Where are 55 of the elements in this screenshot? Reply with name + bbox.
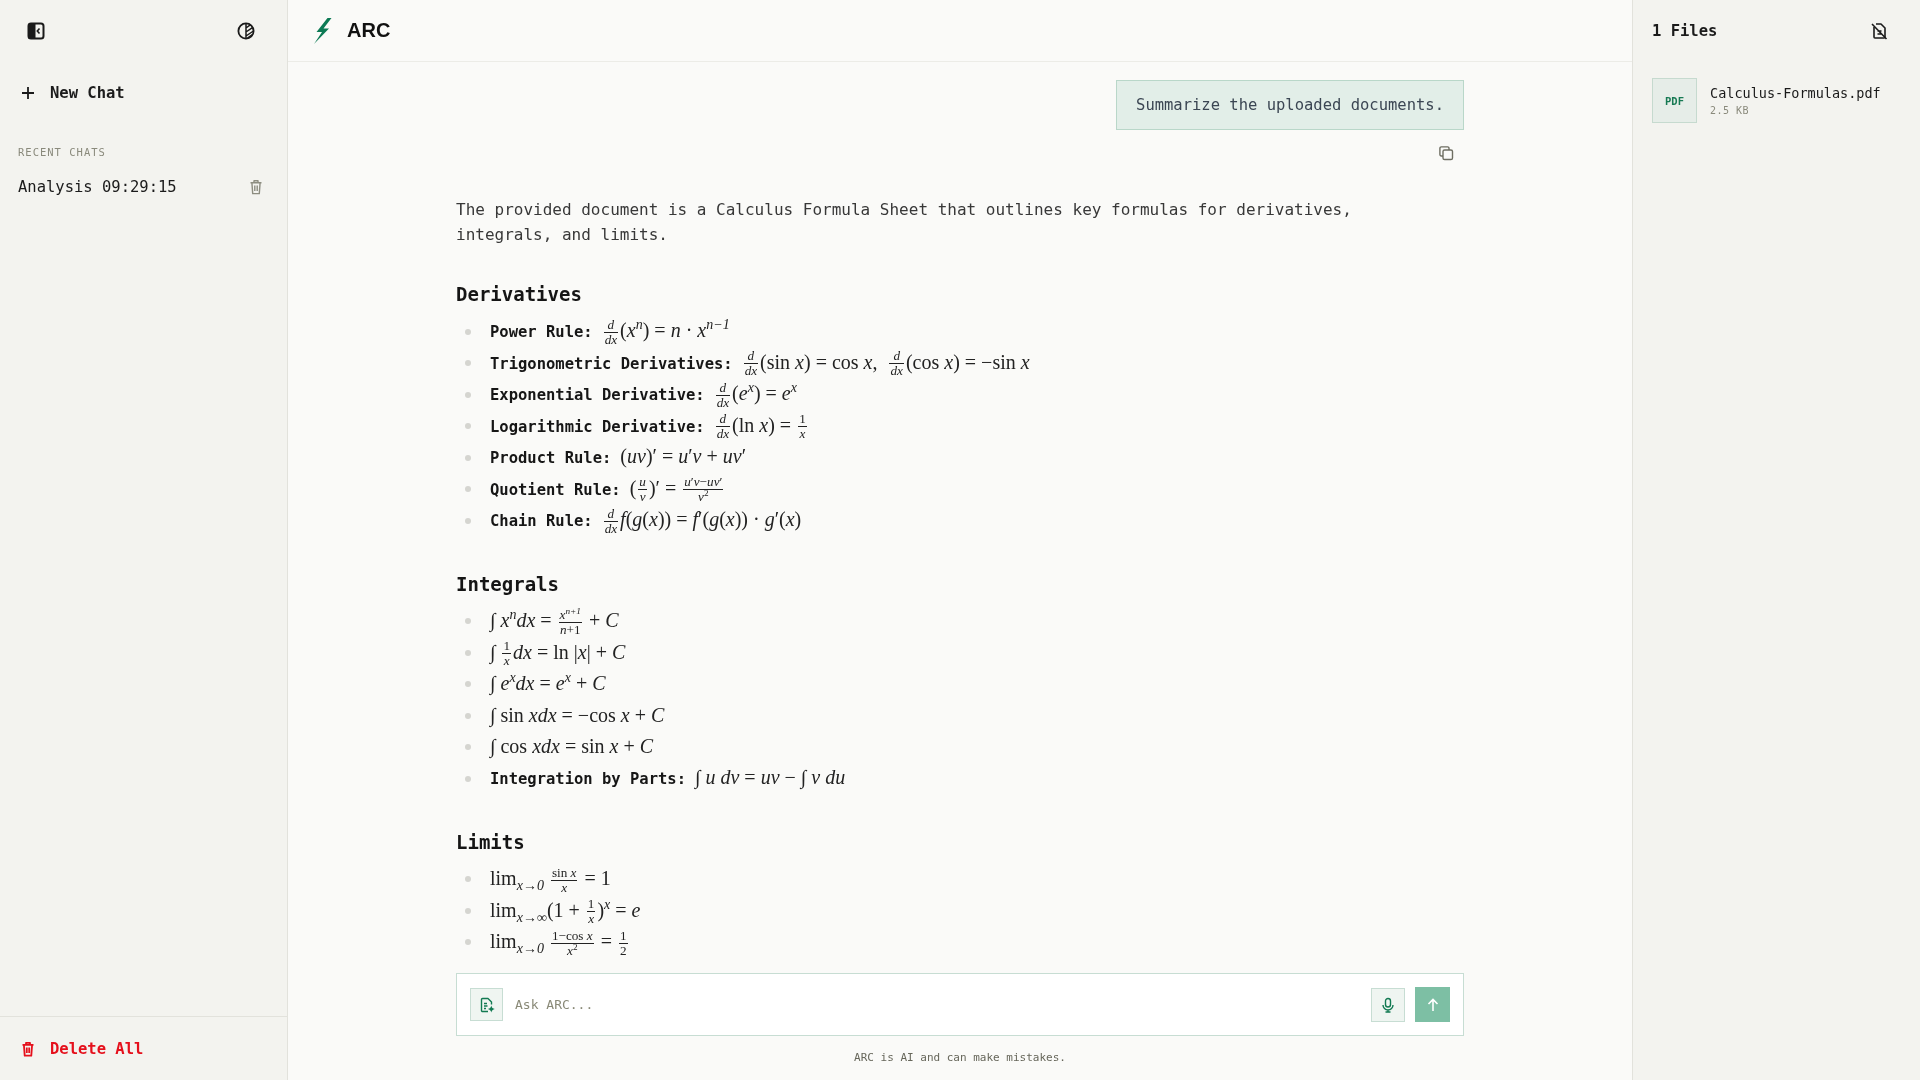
bullet-icon <box>465 454 471 461</box>
chat-item[interactable]: Analysis 09:29:15 <box>0 170 287 204</box>
trash-icon <box>249 179 263 195</box>
plus-icon <box>21 86 35 100</box>
bullet-icon <box>465 618 471 625</box>
formula-text: ∫ cos xdx = sin x + C <box>490 734 654 760</box>
bullet-icon <box>465 328 471 335</box>
bullet-icon <box>465 876 471 883</box>
bullet-icon <box>465 423 471 430</box>
file-slash-icon <box>1870 22 1888 40</box>
copy-icon <box>1438 145 1454 161</box>
section-heading: Limits <box>456 829 525 855</box>
remove-files-button[interactable] <box>1870 22 1888 40</box>
section-heading: Integrals <box>456 571 559 597</box>
app-title: ARC <box>347 19 391 42</box>
section-title: RECENT CHATS <box>18 145 106 159</box>
formula-text: ∫ sin xdx = −cos x + C <box>490 702 665 729</box>
formula-text: lim$_{x→0}$ sin x x = 1 <box>490 863 611 896</box>
bullet-icon <box>465 744 471 751</box>
attach-button[interactable] <box>470 988 503 1021</box>
bullet-icon <box>465 939 471 946</box>
file-name: Calculus-Formulas.pdf <box>1710 84 1881 102</box>
new-chat-button[interactable]: New Chat <box>21 77 125 109</box>
voice-input-button[interactable] <box>1371 987 1405 1022</box>
bullet-icon <box>465 360 471 367</box>
answer-text: The provided document is a Calculus Formula Sheet that outlines key formulas for derivatives, integrals, and limits. <box>456 199 1353 246</box>
formula-text: Integration by Parts: ∫ u dv = uv − ∫ v du <box>490 765 846 791</box>
file-size: 2.5 KB <box>1710 103 1751 117</box>
message-field[interactable]: Ask ARC... <box>456 973 1464 1036</box>
copy-button[interactable] <box>1438 145 1454 161</box>
sidebar-toggle-button[interactable] <box>27 22 45 40</box>
formula-text: ∫ e$^{x}$dx = e$^{x}$ + C <box>490 669 606 697</box>
user-message: Summarize the uploaded documents. <box>1116 80 1464 130</box>
theme-toggle-button[interactable] <box>237 22 255 40</box>
bullet-icon <box>465 486 471 493</box>
bullet-icon <box>465 649 471 656</box>
delete-chat-button[interactable] <box>249 179 263 195</box>
contrast-icon <box>237 22 255 40</box>
trash-icon <box>21 1040 35 1057</box>
bullet-icon <box>465 712 471 719</box>
document-sparkle-icon <box>478 996 495 1013</box>
bullet-icon <box>465 517 471 524</box>
formula-text: Product Rule: (uv)′ = u′v + uv′ <box>490 444 747 469</box>
file-type-badge: PDF <box>1652 78 1697 123</box>
delete-all-button[interactable]: Delete All <box>21 1039 144 1058</box>
microphone-icon <box>1380 996 1396 1013</box>
files-title: 1 Files <box>1652 22 1718 40</box>
sidebar-toggle-icon <box>27 22 45 40</box>
bullet-icon <box>465 681 471 688</box>
section-heading: Derivatives <box>456 282 582 307</box>
message-input[interactable]: Ask ARC... <box>515 989 1359 1020</box>
disclaimer-text: ARC is AI and can make mistakes. <box>854 1050 1066 1066</box>
bullet-icon <box>465 391 471 398</box>
bullet-icon <box>465 775 471 782</box>
bullet-icon <box>465 907 471 914</box>
